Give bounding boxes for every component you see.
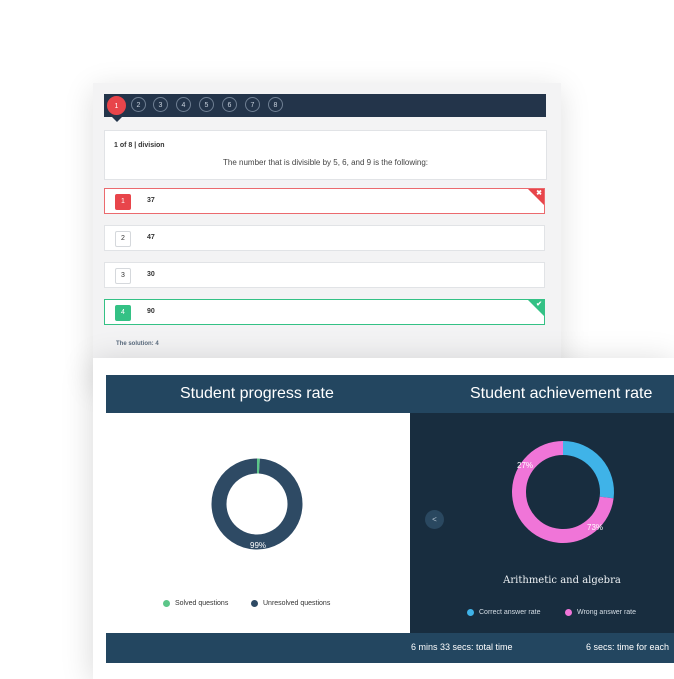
close-icon: ✖ bbox=[536, 190, 542, 197]
legend-label: Wrong answer rate bbox=[577, 609, 637, 616]
question-nav-4[interactable]: 4 bbox=[176, 97, 191, 112]
quiz-card: 1 2 3 4 5 6 7 8 1 of 8 | division The nu… bbox=[93, 83, 561, 383]
answer-option-4[interactable]: 4 90 ✔ bbox=[104, 299, 545, 325]
legend-solved: Solved questions bbox=[163, 600, 228, 607]
active-question-pointer bbox=[112, 117, 122, 122]
legend-label: Solved questions bbox=[175, 600, 229, 607]
option-value: 30 bbox=[147, 271, 155, 278]
results-header: Student progress rate Student achievemen… bbox=[106, 375, 674, 413]
option-value: 47 bbox=[147, 234, 155, 241]
wrong-percent-label: 73% bbox=[587, 523, 604, 532]
question-box: 1 of 8 | division The number that is div… bbox=[104, 130, 547, 180]
question-nav-6[interactable]: 6 bbox=[222, 97, 237, 112]
achievement-rate-title: Student achievement rate bbox=[470, 385, 653, 402]
correct-dot-icon bbox=[467, 609, 474, 616]
answer-option-1[interactable]: 1 37 ✖ bbox=[104, 188, 545, 214]
legend-unresolved: Unresolved questions bbox=[251, 600, 330, 607]
option-value: 90 bbox=[147, 308, 155, 315]
check-icon: ✔ bbox=[536, 301, 542, 308]
total-time-text: 6 mins 33 secs: total time bbox=[411, 642, 513, 652]
option-number-badge: 2 bbox=[115, 231, 131, 247]
donut-slice-unresolved bbox=[211, 458, 303, 550]
option-number-badge: 1 bbox=[115, 194, 131, 210]
progress-rate-title: Student progress rate bbox=[180, 385, 334, 402]
results-panel: Student progress rate Student achievemen… bbox=[93, 358, 674, 679]
legend-label: Unresolved questions bbox=[263, 600, 331, 607]
legend-label: Correct answer rate bbox=[479, 609, 541, 616]
question-nav-2[interactable]: 2 bbox=[131, 97, 146, 112]
question-nav-7[interactable]: 7 bbox=[245, 97, 260, 112]
achievement-chart-pane: < 27% 73% Arithmetic and algebra Correct… bbox=[410, 413, 674, 633]
option-number-badge: 3 bbox=[115, 268, 131, 284]
question-nav-5[interactable]: 5 bbox=[199, 97, 214, 112]
progress-chart-pane: 99% Solved questions Unresolved question… bbox=[106, 413, 410, 633]
unresolved-dot-icon bbox=[251, 600, 258, 607]
option-number-badge: 4 bbox=[115, 305, 131, 321]
donut-slice-correct bbox=[562, 441, 614, 499]
correct-percent-label: 27% bbox=[517, 461, 534, 470]
question-meta: 1 of 8 | division bbox=[114, 142, 165, 149]
answer-option-2[interactable]: 2 47 bbox=[104, 225, 545, 251]
achievement-donut-chart bbox=[512, 441, 614, 543]
time-per-question-text: 6 secs: time for each bbox=[586, 642, 670, 652]
unresolved-percent-label: 99% bbox=[250, 541, 267, 550]
question-nav-1[interactable]: 1 bbox=[107, 96, 126, 115]
wrong-dot-icon bbox=[565, 609, 572, 616]
question-navigator: 1 2 3 4 5 6 7 8 bbox=[104, 94, 546, 117]
legend-correct: Correct answer rate bbox=[467, 609, 540, 616]
results-footer: 6 mins 33 secs: total time 6 secs: time … bbox=[106, 633, 674, 663]
solved-dot-icon bbox=[163, 600, 170, 607]
option-value: 37 bbox=[147, 197, 155, 204]
answer-option-3[interactable]: 3 30 bbox=[104, 262, 545, 288]
subject-label: Arithmetic and algebra bbox=[503, 575, 621, 586]
question-nav-8[interactable]: 8 bbox=[268, 97, 283, 112]
question-nav-3[interactable]: 3 bbox=[153, 97, 168, 112]
legend-wrong: Wrong answer rate bbox=[565, 609, 636, 616]
question-text: The number that is divisible by 5, 6, an… bbox=[223, 158, 428, 167]
solution-text: The solution: 4 bbox=[116, 341, 159, 347]
